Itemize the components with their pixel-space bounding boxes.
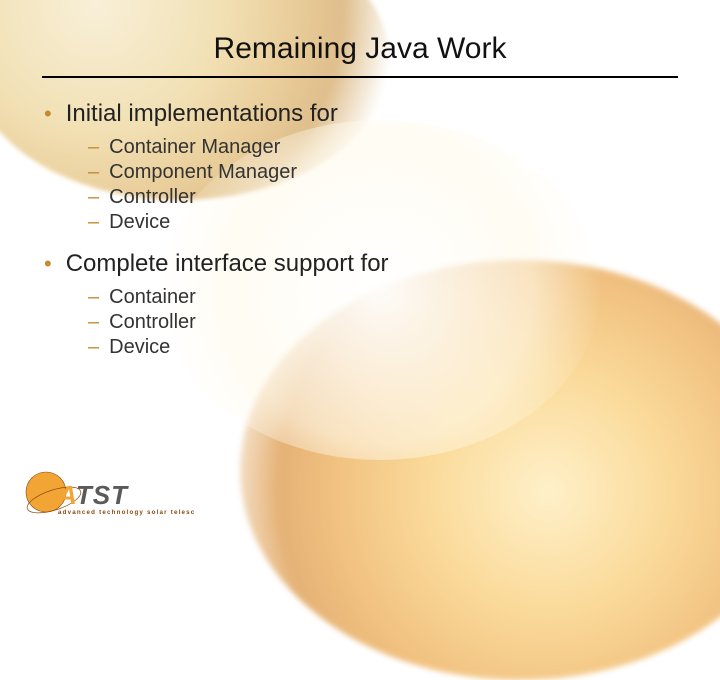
title-divider bbox=[42, 76, 678, 78]
bullet-text: Complete interface support for bbox=[66, 250, 389, 278]
bullet-item: Initial implementations for bbox=[44, 100, 678, 128]
sub-item: Device bbox=[88, 211, 678, 234]
sub-item: Container bbox=[88, 286, 678, 309]
slide-title: Remaining Java Work bbox=[42, 32, 678, 66]
logo-tagline: advanced technology solar telescope bbox=[58, 509, 194, 516]
sub-item-label: Component Manager bbox=[109, 161, 297, 184]
bullet-text: Initial implementations for bbox=[66, 100, 338, 128]
sub-list: Container Manager Component Manager Cont… bbox=[42, 136, 678, 234]
bullet-list: Initial implementations for bbox=[42, 100, 678, 128]
sub-list: Container Controller Device bbox=[42, 286, 678, 359]
sub-item: Controller bbox=[88, 311, 678, 334]
logo-acronym: ATST bbox=[57, 480, 129, 510]
atst-logo: ATST advanced technology solar telescope bbox=[24, 470, 194, 524]
sub-item-label: Container bbox=[109, 286, 196, 309]
sub-item-label: Controller bbox=[109, 311, 196, 334]
sub-item-label: Container Manager bbox=[109, 136, 280, 159]
sub-item: Controller bbox=[88, 186, 678, 209]
sub-item-label: Controller bbox=[109, 186, 196, 209]
sub-item-label: Device bbox=[109, 211, 170, 234]
sub-item: Device bbox=[88, 336, 678, 359]
slide-content: Remaining Java Work Initial implementati… bbox=[0, 0, 720, 359]
sub-item: Component Manager bbox=[88, 161, 678, 184]
sub-item: Container Manager bbox=[88, 136, 678, 159]
bullet-list: Complete interface support for bbox=[42, 250, 678, 278]
bullet-item: Complete interface support for bbox=[44, 250, 678, 278]
sub-item-label: Device bbox=[109, 336, 170, 359]
